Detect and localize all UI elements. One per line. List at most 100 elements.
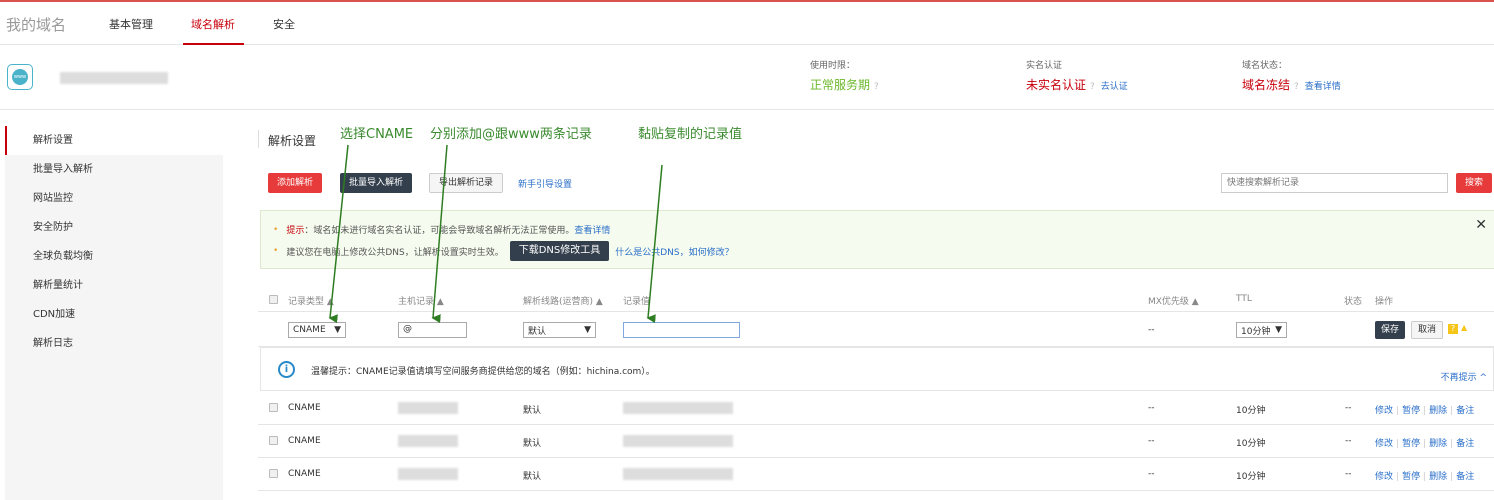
- row-checkbox[interactable]: [269, 436, 278, 445]
- help-icon[interactable]: ?: [1090, 82, 1095, 92]
- help-icon[interactable]: ?: [874, 82, 879, 92]
- search-input[interactable]: [1221, 173, 1448, 193]
- select-all-checkbox[interactable]: [269, 295, 278, 304]
- col-line[interactable]: 解析线路(运营商) ▲: [523, 294, 603, 307]
- star-icon[interactable]: ▲: [1461, 323, 1467, 332]
- note-link[interactable]: 备注: [1456, 406, 1474, 416]
- tip-text: 温馨提示：CNAME记录值请填写空间服务商提供给您的域名（例如：hichina.…: [311, 367, 655, 377]
- row-status: --: [1345, 436, 1352, 446]
- col-type[interactable]: 记录类型 ▲: [288, 294, 334, 307]
- status-label: 域名状态：: [1242, 61, 1288, 71]
- row-type: CNAME: [288, 469, 321, 479]
- notice-dns-text: 建议您在电脑上修改公共DNS，让解析设置实时生效。: [286, 247, 504, 258]
- row-line: 默认: [523, 439, 542, 449]
- title-divider: [258, 130, 259, 148]
- help-icon[interactable]: ?: [1448, 324, 1458, 334]
- add-record-button[interactable]: 添加解析: [268, 173, 323, 193]
- delete-link[interactable]: 删除: [1429, 439, 1447, 449]
- sidebar-item-batch-import[interactable]: 批量导入解析: [5, 155, 223, 184]
- row-mx: --: [1148, 403, 1155, 413]
- row-value-blurred: [623, 468, 733, 480]
- search-button[interactable]: 搜索: [1456, 173, 1493, 193]
- row-type: CNAME: [288, 436, 321, 446]
- row-checkbox[interactable]: [269, 403, 278, 412]
- cancel-button[interactable]: 取消: [1411, 321, 1444, 339]
- annotation-paste-value: 黏贴复制的记录值: [638, 127, 743, 142]
- notice-text: ：域名如未进行域名实名认证，可能会导致域名解析无法正常使用。: [304, 226, 575, 236]
- row-line: 默认: [523, 472, 542, 482]
- sidebar: 解析设置 批量导入解析 网站监控 安全防护 全球负载均衡 解析量统计 CDN加速…: [5, 126, 223, 500]
- realname-label: 实名认证: [1026, 61, 1063, 71]
- row-host-blurred: [398, 468, 458, 480]
- page-title: 解析设置: [268, 134, 317, 148]
- edit-link[interactable]: 修改: [1375, 406, 1393, 416]
- batch-import-button[interactable]: 批量导入解析: [340, 173, 413, 193]
- notice-details-link[interactable]: 查看详情: [574, 223, 610, 236]
- edit-link[interactable]: 修改: [1375, 439, 1393, 449]
- table-header: 记录类型 ▲ 主机记录 ▲ 解析线路(运营商) ▲ 记录值 MX优先级 ▲ TT…: [258, 288, 1494, 312]
- row-mx: --: [1148, 436, 1155, 446]
- sidebar-item-stats[interactable]: 解析量统计: [5, 271, 223, 300]
- record-type-select[interactable]: CNAME ▼: [288, 322, 346, 338]
- row-host-blurred: [398, 435, 458, 447]
- sidebar-item-logs[interactable]: 解析日志: [5, 329, 223, 358]
- status-details-link[interactable]: 查看详情: [1305, 82, 1341, 92]
- line-select[interactable]: 默认 ▼: [523, 322, 596, 338]
- row-type: CNAME: [288, 403, 321, 413]
- delete-link[interactable]: 删除: [1429, 406, 1447, 416]
- table-row: CNAME 默认 -- 10分钟 -- 修改 | 暂停 | 删除 | 备注: [258, 392, 1494, 425]
- notice-box: • 提示 ：域名如未进行域名实名认证，可能会导致域名解析无法正常使用。 查看详情 • 建…: [260, 210, 1494, 269]
- tab-dns[interactable]: 域名解析: [191, 16, 235, 32]
- domain-header: www 使用时限： 正常服务期? 实名认证 未实名认证? 去认证 域名状态： 域名…: [0, 45, 1494, 110]
- tab-security[interactable]: 安全: [273, 16, 295, 32]
- status-info: 域名状态： 域名冻结? 查看详情: [1242, 58, 1341, 93]
- sidebar-item-dns-settings[interactable]: 解析设置: [5, 126, 223, 155]
- sidebar-item-cdn[interactable]: CDN加速: [5, 300, 223, 329]
- ttl-select[interactable]: 10分钟 ▼: [1236, 322, 1287, 338]
- pause-link[interactable]: 暂停: [1402, 472, 1420, 482]
- row-checkbox[interactable]: [269, 469, 278, 478]
- row-value-blurred: [623, 402, 733, 414]
- row-mx: --: [1148, 469, 1155, 479]
- pause-link[interactable]: 暂停: [1402, 439, 1420, 449]
- note-link[interactable]: 备注: [1456, 472, 1474, 482]
- row-actions: 修改 | 暂停 | 删除 | 备注: [1375, 472, 1475, 482]
- realname-value: 未实名认证: [1026, 78, 1087, 92]
- col-actions: 操作: [1375, 297, 1394, 307]
- record-value-input[interactable]: [623, 322, 740, 338]
- sidebar-item-monitoring[interactable]: 网站监控: [5, 184, 223, 213]
- period-info: 使用时限： 正常服务期?: [810, 58, 879, 93]
- domain-name-blurred: [60, 72, 168, 84]
- sidebar-item-load-balancing[interactable]: 全球负载均衡: [5, 242, 223, 271]
- brand[interactable]: 我的域名: [6, 14, 66, 35]
- row-actions: 修改 | 暂停 | 删除 | 备注: [1375, 439, 1475, 449]
- close-icon[interactable]: ✕: [1475, 217, 1487, 233]
- main-content: 解析设置 添加解析 批量导入解析 导出解析记录 新手引导设置 搜索 •提示：域名…: [258, 110, 1494, 500]
- save-button[interactable]: 保存: [1375, 321, 1406, 339]
- verify-link[interactable]: 去认证: [1101, 82, 1128, 92]
- annotation-select-cname: 选择CNAME: [340, 127, 414, 142]
- note-link[interactable]: 备注: [1456, 439, 1474, 449]
- col-host[interactable]: 主机记录 ▲: [398, 294, 444, 307]
- notice-prefix: 提示: [286, 226, 305, 236]
- export-button[interactable]: 导出解析记录: [429, 173, 504, 193]
- delete-link[interactable]: 删除: [1429, 472, 1447, 482]
- edit-link[interactable]: 修改: [1375, 472, 1393, 482]
- table-row: CNAME 默认 -- 10分钟 -- 修改 | 暂停 | 删除 | 备注: [258, 458, 1494, 491]
- row-ttl: 10分钟: [1236, 406, 1266, 416]
- tab-basic[interactable]: 基本管理: [109, 16, 153, 32]
- records-table: CNAME 默认 -- 10分钟 -- 修改 | 暂停 | 删除 | 备注 CNAME 默认…: [258, 392, 1494, 491]
- dismiss-tip-link[interactable]: 不再提示 ^: [1441, 370, 1487, 383]
- host-input[interactable]: @: [398, 322, 467, 338]
- download-dns-tool-button[interactable]: 下载DNS修改工具: [509, 241, 610, 261]
- help-icon[interactable]: ?: [1294, 82, 1299, 92]
- col-mx[interactable]: MX优先级 ▲: [1148, 294, 1199, 307]
- pause-link[interactable]: 暂停: [1402, 406, 1420, 416]
- tip-box: i 温馨提示：CNAME记录值请填写空间服务商提供给您的域名（例如：hichin…: [260, 347, 1494, 391]
- guide-link[interactable]: 新手引导设置: [518, 177, 572, 190]
- sidebar-item-protection[interactable]: 安全防护: [5, 213, 223, 242]
- realname-info: 实名认证 未实名认证? 去认证: [1026, 58, 1128, 93]
- col-ttl: TTL: [1236, 294, 1252, 304]
- row-value-blurred: [623, 435, 733, 447]
- public-dns-link[interactable]: 什么是公共DNS，如何修改？: [615, 245, 733, 258]
